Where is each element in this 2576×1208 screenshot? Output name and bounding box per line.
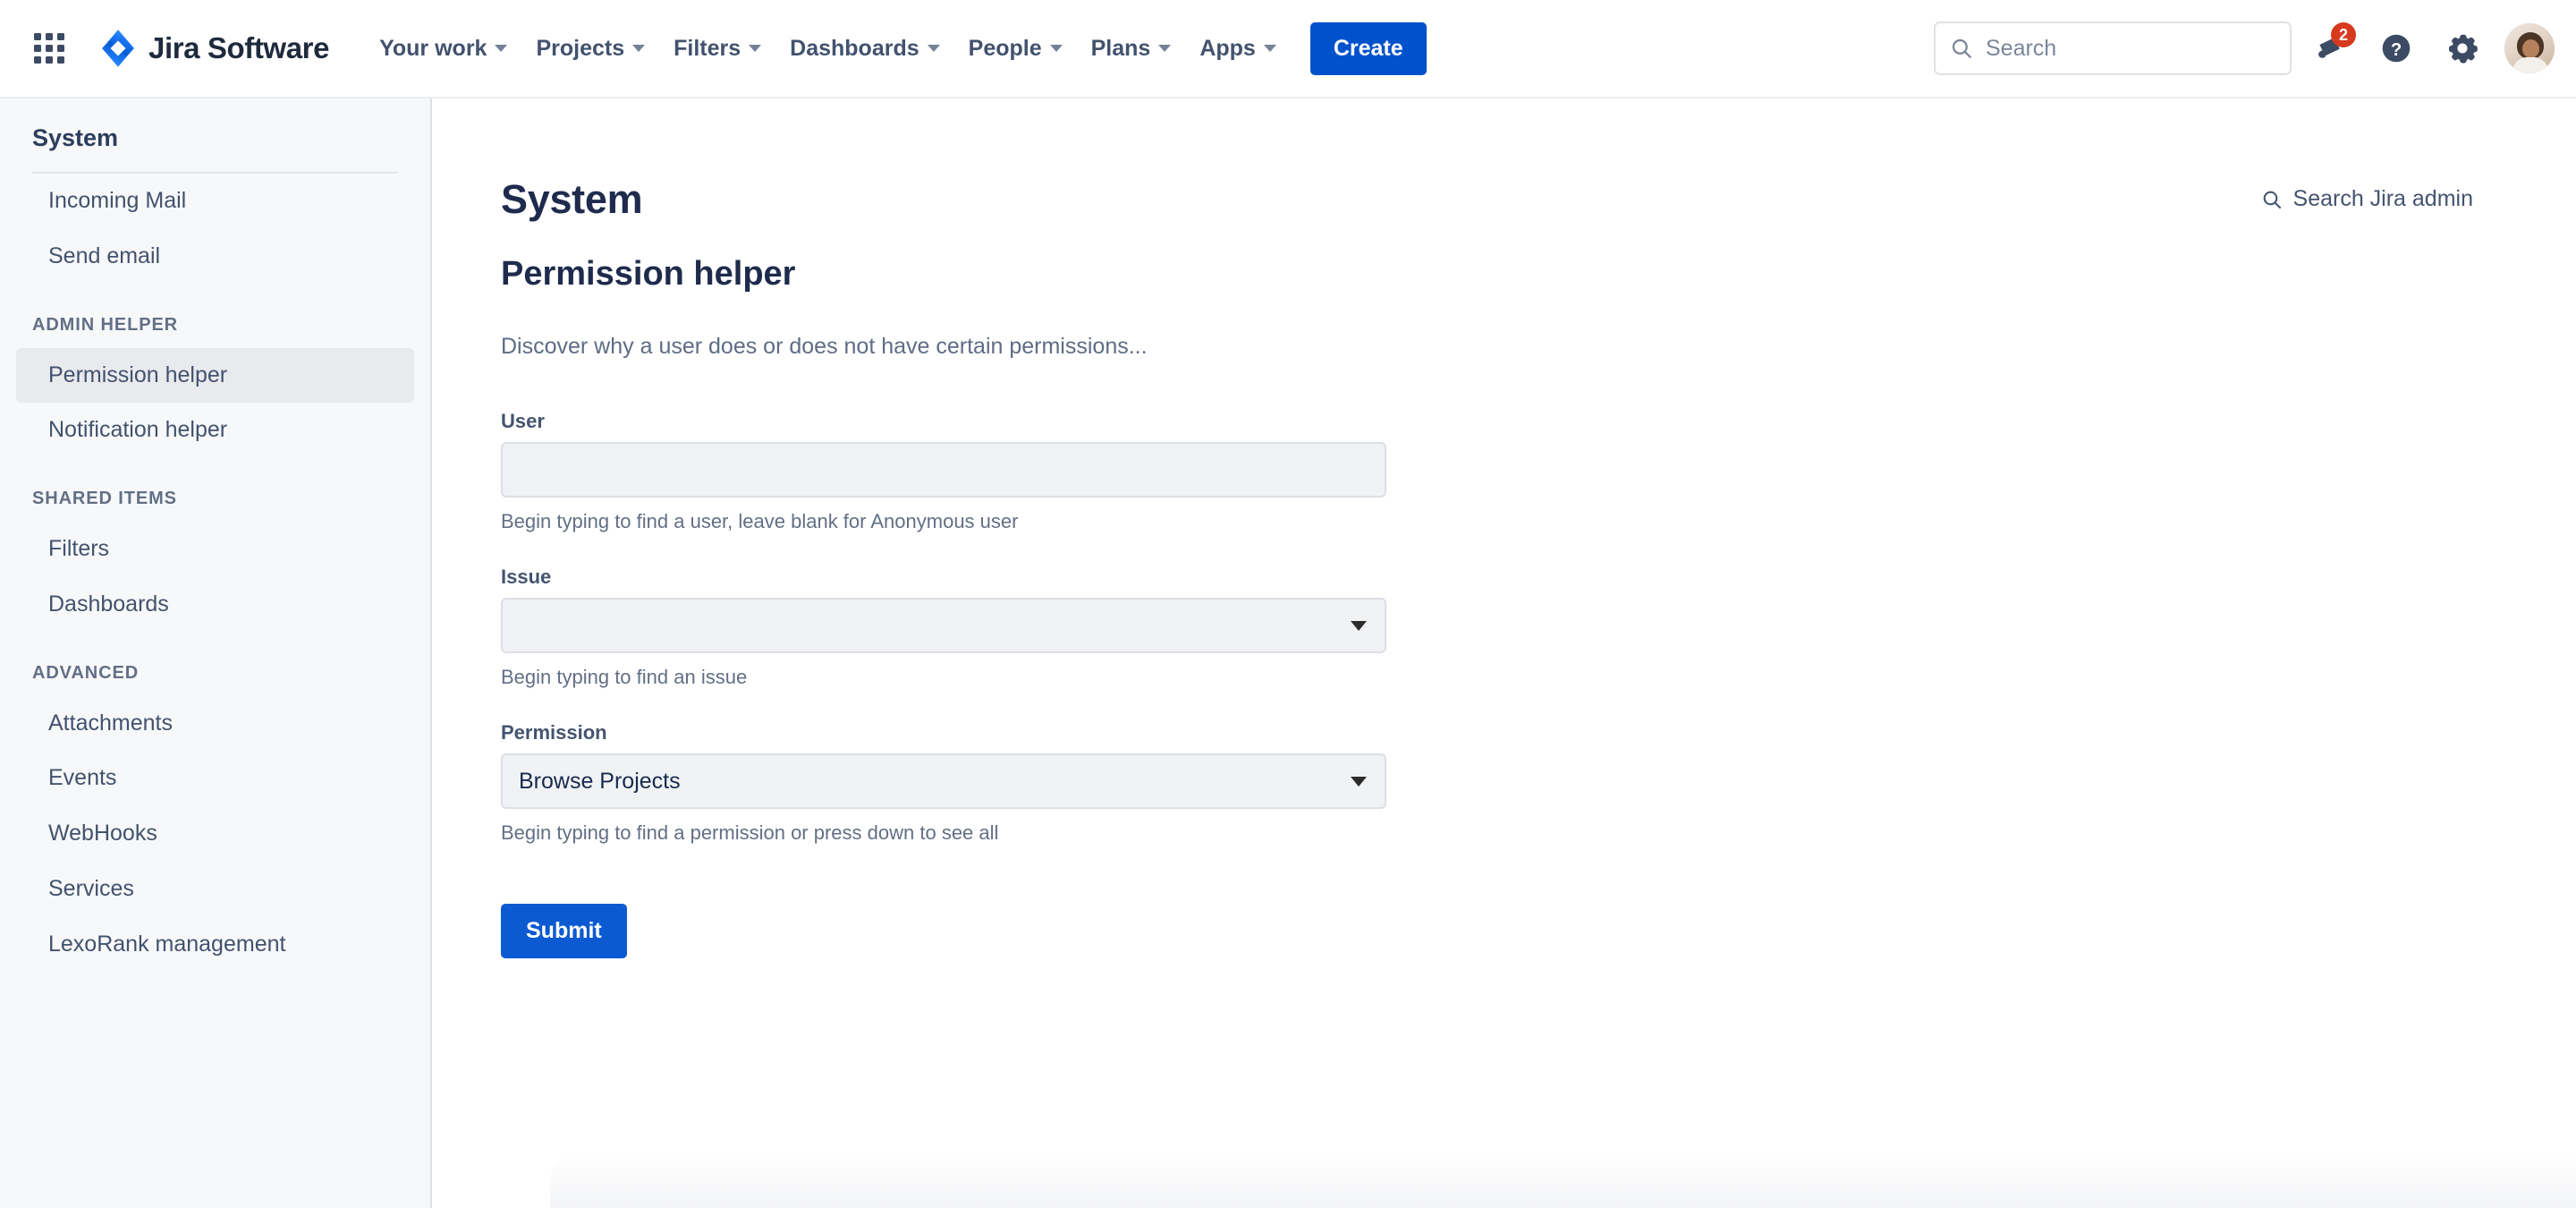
permission-select[interactable]: Browse Projects [501,753,1386,809]
nav-label: Your work [379,35,487,61]
permission-select-value: Browse Projects [519,768,681,794]
nav-label: Apps [1199,35,1256,61]
help-button[interactable]: ? [2368,21,2424,76]
jira-logo-icon [102,30,134,67]
submit-button[interactable]: Submit [501,904,627,958]
sidebar-item-events[interactable]: Events [16,751,414,806]
user-input[interactable] [501,442,1386,498]
issue-select[interactable] [501,598,1386,653]
chevron-down-icon [1351,777,1367,787]
sidebar-item-attachments[interactable]: Attachments [16,696,414,752]
user-field-label: User [501,410,545,432]
chevron-down-icon [1351,621,1367,631]
sidebar-item-notification-helper[interactable]: Notification helper [16,403,414,458]
gear-icon [2449,34,2478,64]
nav-item-dashboards[interactable]: Dashboards [777,25,952,72]
chevron-down-icon [1263,45,1276,52]
jira-software-home-link[interactable]: Jira Software [91,23,336,73]
primary-nav-menu: Your work Projects Filters Dashboards Pe… [365,21,1427,75]
grid-apps-icon [34,33,64,64]
nav-label: People [968,35,1042,61]
sidebar-item-services[interactable]: Services [16,862,414,917]
create-button[interactable]: Create [1309,21,1427,75]
sidebar-heading-advanced: ADVANCED [32,662,140,683]
app-switcher-button[interactable] [21,21,77,76]
nav-item-filters[interactable]: Filters [661,25,774,72]
sidebar-item-label: Send email [48,242,161,268]
notifications-button[interactable]: 2 [2302,21,2358,76]
nav-label: Dashboards [790,35,919,61]
sidebar-item-label: Filters [48,536,110,561]
permission-field-hint: Begin typing to find a permission or pre… [501,821,999,844]
chevron-down-icon [927,45,940,52]
sidebar-item-dashboards[interactable]: Dashboards [16,577,414,633]
sidebar-item-permission-helper[interactable]: Permission helper [16,347,414,404]
issue-field-hint: Begin typing to find an issue [501,666,748,688]
sidebar-item-send-email[interactable]: Send email [16,229,414,285]
sidebar-item-label: Attachments [48,710,173,736]
sidebar-item-label: WebHooks [48,821,157,846]
nav-item-projects[interactable]: Projects [523,25,657,72]
sidebar-item-incoming-mail[interactable]: Incoming Mail [16,174,414,229]
page-description: Discover why a user does or does not hav… [501,334,1148,359]
bottom-panel-shadow [550,1154,2576,1208]
chevron-down-icon [495,45,508,52]
chevron-down-icon [749,45,762,52]
permission-field-label: Permission [501,721,607,744]
nav-label: Projects [536,35,625,61]
section-title: Permission helper [501,255,796,293]
help-circle-icon: ? [2382,34,2411,63]
nav-item-plans[interactable]: Plans [1079,25,1184,72]
sidebar-item-label: Events [48,765,117,791]
user-field-group: User Begin typing to find a user, leave … [501,410,1386,533]
permission-helper-form: User Begin typing to find a user, leave … [501,410,1386,958]
top-navigation-bar: Jira Software Your work Projects Filters… [0,0,2576,98]
svg-text:?: ? [2391,40,2402,60]
search-jira-admin-link[interactable]: Search Jira admin [2261,186,2473,212]
user-field-hint: Begin typing to find a user, leave blank… [501,510,1019,532]
sidebar-item-label: Notification helper [48,417,228,443]
sidebar-item-label: Services [48,875,134,901]
nav-label: Filters [674,35,741,61]
search-jira-admin-label: Search Jira admin [2292,186,2473,211]
issue-field-label: Issue [501,566,552,588]
chevron-down-icon [1158,45,1172,52]
chevron-down-icon [632,45,646,52]
global-search-box[interactable] [1934,21,2292,75]
main-content: System Permission helper Discover why a … [434,98,2576,1208]
admin-sidebar: System Incoming Mail Send email ADMIN HE… [0,98,432,1208]
permission-field-group: Permission Browse Projects Begin typing … [501,721,1386,845]
sidebar-item-lexorank-management[interactable]: LexoRank management [16,917,414,973]
brand-name: Jira Software [148,31,330,64]
notification-count-badge: 2 [2331,22,2356,47]
nav-right-actions: 2 ? [1934,0,2555,97]
chevron-down-icon [1049,45,1063,52]
nav-item-apps[interactable]: Apps [1187,25,1289,72]
nav-item-people[interactable]: People [956,25,1075,72]
sidebar-heading-shared-items: SHARED ITEMS [32,489,177,508]
avatar[interactable] [2504,23,2555,73]
search-icon [1952,38,1971,58]
sidebar-item-webhooks[interactable]: WebHooks [16,806,414,862]
search-input[interactable] [1986,35,2275,62]
sidebar-item-label: Permission helper [48,362,228,387]
sidebar-item-label: Dashboards [48,591,169,617]
sidebar-item-label: LexoRank management [48,931,286,957]
sidebar-item-label: Incoming Mail [48,188,187,213]
sidebar-heading-admin-helper: ADMIN HELPER [32,314,179,335]
sidebar-title: System [32,124,119,151]
search-icon [2263,191,2281,208]
sidebar-item-filters[interactable]: Filters [16,522,414,577]
nav-item-your-work[interactable]: Your work [367,25,520,72]
nav-label: Plans [1090,35,1151,61]
settings-button[interactable] [2435,21,2490,76]
issue-field-group: Issue Begin typing to find an issue [501,566,1386,689]
